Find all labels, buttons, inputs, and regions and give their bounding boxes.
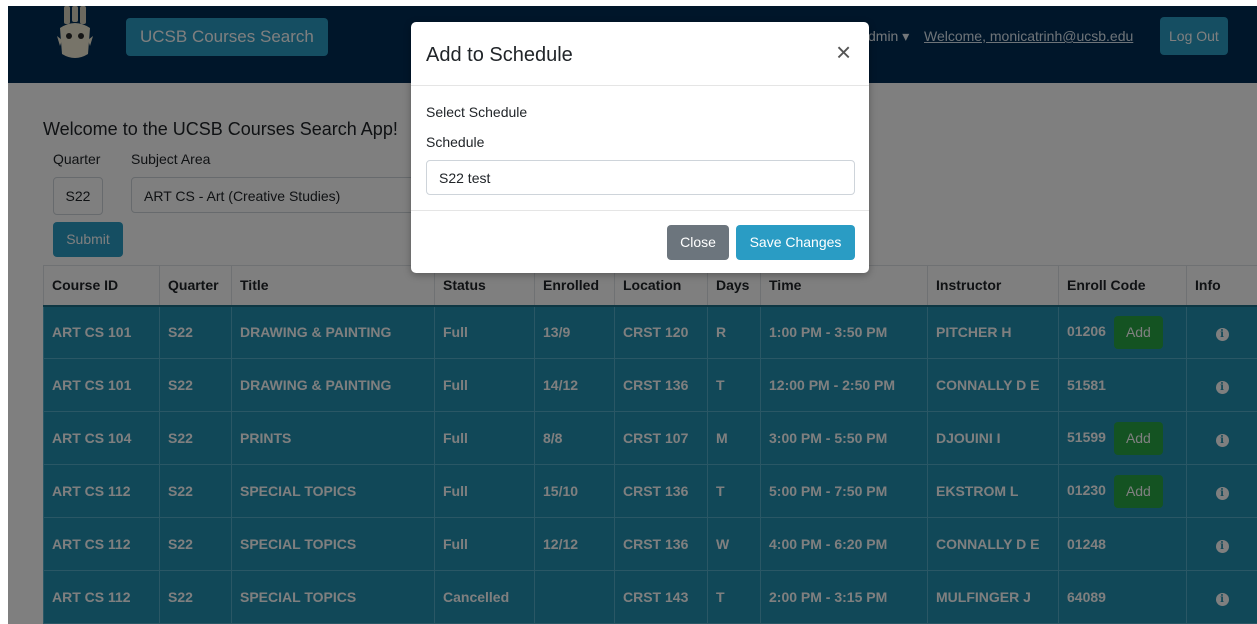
schedule-label: Schedule xyxy=(426,134,485,150)
close-icon[interactable]: × xyxy=(836,39,851,65)
schedule-select[interactable]: S22 test xyxy=(426,160,855,195)
app-frame: UCSB Courses Search dmin ▾ Welcome, moni… xyxy=(8,6,1257,624)
close-button[interactable]: Close xyxy=(667,225,729,260)
modal-header: Add to Schedule × xyxy=(411,22,869,86)
modal-title: Add to Schedule xyxy=(426,44,573,66)
save-changes-button[interactable]: Save Changes xyxy=(736,225,855,260)
modal-footer: Close Save Changes xyxy=(411,210,869,274)
select-schedule-label: Select Schedule xyxy=(426,104,528,120)
add-to-schedule-modal: Add to Schedule × Select Schedule Schedu… xyxy=(411,22,869,273)
